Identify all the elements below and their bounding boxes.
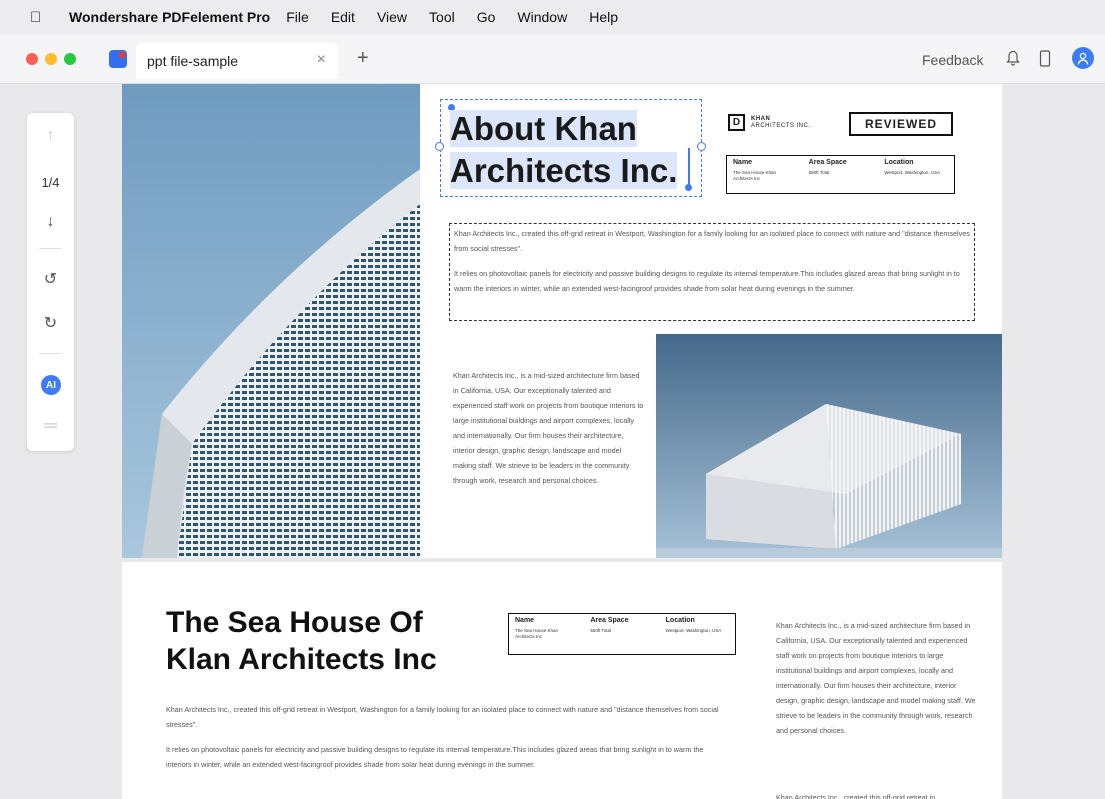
close-tab-icon[interactable]: ×	[317, 51, 326, 69]
info-location-value: Westport, Washington, USA	[665, 628, 722, 633]
resize-handle-left[interactable]	[435, 142, 444, 151]
logo-name: KHAN	[751, 115, 771, 122]
menu-tool[interactable]: Tool	[429, 9, 455, 25]
info-name-value: The Sea House Khan Architects Inc	[515, 628, 559, 639]
pdf-page-1: About Khan Architects Inc. D KHAN ARCHITE…	[122, 84, 1002, 558]
menu-file[interactable]: File	[286, 9, 309, 25]
info-area-header: Area Space	[808, 159, 847, 166]
building-photo-right	[656, 334, 1002, 558]
ai-assistant-icon[interactable]: AI	[41, 375, 61, 395]
intro-paragraph-2: Khan Architects Inc., created this off-g…	[166, 705, 719, 729]
toolbar-divider	[39, 353, 62, 354]
text-block-selected[interactable]: Khan Architects Inc., created this off-g…	[449, 223, 975, 321]
intro-paragraph: Khan Architects Inc., created this off-g…	[454, 229, 970, 253]
close-window-button[interactable]	[26, 53, 38, 65]
tab-title: ppt file-sample	[147, 53, 239, 69]
device-icon[interactable]	[1035, 48, 1055, 68]
previous-page-icon[interactable]: ↑	[27, 127, 74, 145]
tab-document[interactable]: ppt file-sample ×	[136, 43, 338, 79]
resize-handle-right[interactable]	[697, 142, 706, 151]
page-navigation-toolbar: ↑ 1/4 ↓ ↺ ↻ AI ═	[27, 113, 74, 451]
menu-view[interactable]: View	[377, 9, 407, 25]
app-name[interactable]: Wondershare PDFelement Pro	[69, 9, 270, 25]
page-heading[interactable]: About Khan Architects Inc.	[450, 108, 678, 192]
selection-end-caret[interactable]	[688, 148, 690, 186]
selection-end-handle[interactable]	[685, 184, 692, 191]
heading-line-2: Architects Inc.	[450, 152, 678, 189]
info-name-value: The Sea House Khan Architects Inc	[733, 170, 777, 181]
info-location-header: Location	[665, 617, 695, 624]
apple-icon[interactable]: 	[30, 9, 52, 26]
project-info-table: Name The Sea House Khan Architects Inc Ar…	[726, 155, 955, 194]
menu-edit[interactable]: Edit	[331, 9, 355, 25]
drag-handle-icon[interactable]: ═	[27, 415, 74, 436]
rotate-right-icon[interactable]: ↻	[27, 313, 74, 333]
firm-paragraph: Khan Architects Inc., is a mid-sized arc…	[453, 371, 644, 485]
page-2-heading-line-2: Klan Architects Inc	[166, 643, 437, 676]
page-indicator[interactable]: 1/4	[27, 175, 74, 190]
info-area-value: 550ft Total	[808, 170, 830, 175]
feedback-link[interactable]: Feedback	[922, 52, 983, 68]
page-2-heading-line-1: The Sea House Of	[166, 606, 423, 639]
heading-line-1: About Khan	[450, 110, 637, 147]
page-2-heading: The Sea House Of Klan Architects Inc	[166, 604, 437, 678]
company-logo: D KHAN ARCHITECTS INC.	[728, 114, 811, 131]
building-photo-left	[122, 84, 420, 558]
info-name-header: Name	[515, 617, 535, 624]
pdf-page-2: The Sea House Of Klan Architects Inc Nam…	[122, 562, 1002, 799]
menu-bar:  Wondershare PDFelement Pro File Edit V…	[0, 0, 1105, 34]
info-name-header: Name	[733, 159, 753, 166]
zoom-window-button[interactable]	[64, 53, 76, 65]
info-area-header: Area Space	[590, 617, 629, 624]
energy-paragraph: It relies on photovoltaic panels for ele…	[454, 269, 960, 293]
bell-icon[interactable]	[1003, 48, 1023, 68]
new-tab-button[interactable]: +	[357, 47, 369, 70]
minimize-window-button[interactable]	[45, 53, 57, 65]
project-info-table-2: Name The Sea House Khan Architects Inc Ar…	[508, 613, 736, 655]
info-area-value: 550ft Total	[590, 628, 612, 633]
firm-paragraph-2: Khan Architects Inc., is a mid-sized arc…	[776, 621, 976, 735]
toolbar-divider	[39, 248, 62, 249]
logo-subtitle: ARCHITECTS INC.	[751, 122, 811, 129]
pdfelement-logo-icon	[109, 50, 127, 68]
tab-bar: ppt file-sample × + Feedback	[0, 34, 1105, 84]
logo-mark-icon: D	[728, 114, 745, 131]
rotate-left-icon[interactable]: ↺	[27, 269, 74, 289]
menu-window[interactable]: Window	[517, 9, 567, 25]
user-avatar-icon[interactable]	[1072, 47, 1094, 69]
info-location-header: Location	[884, 159, 914, 166]
menu-help[interactable]: Help	[589, 9, 618, 25]
energy-paragraph-2: It relies on photovoltaic panels for ele…	[166, 745, 704, 769]
reviewed-stamp: REVIEWED	[849, 112, 953, 136]
menu-go[interactable]: Go	[477, 9, 496, 25]
continued-paragraph: Khan Architects Inc., created this off-g…	[776, 793, 936, 799]
info-location-value: Westport, Washington, USA	[884, 170, 941, 175]
next-page-icon[interactable]: ↓	[27, 213, 74, 231]
